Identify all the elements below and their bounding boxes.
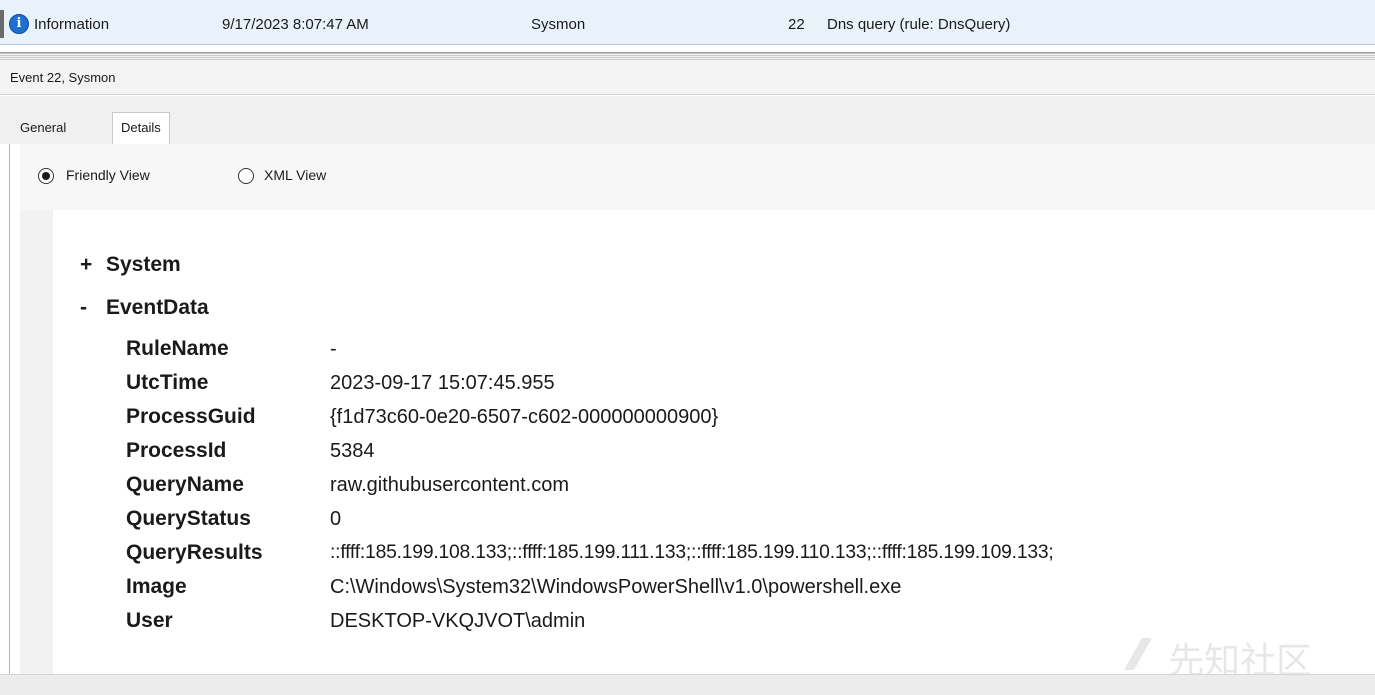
collapse-toggle-icon[interactable]: -: [80, 296, 106, 320]
tab-details[interactable]: Details: [112, 112, 170, 144]
field-name: RuleName: [126, 337, 229, 360]
radio-checked-icon[interactable]: [38, 168, 54, 184]
event-date-time: 9/17/2023 8:07:47 AM: [222, 16, 369, 33]
field-value: C:\Windows\System32\WindowsPowerShell\v1…: [330, 576, 902, 598]
field-name: ProcessGuid: [126, 405, 256, 428]
tab-strip: General Details: [0, 96, 1375, 144]
field-value: 0: [330, 508, 342, 530]
xml-view-label[interactable]: XML View: [264, 167, 326, 183]
field-value: 2023-09-17 15:07:45.955: [330, 372, 555, 394]
details-content: + System - EventData RuleName - UtcTime 20…: [53, 210, 1375, 674]
field-value: raw.githubusercontent.com: [330, 474, 570, 496]
field-name: QueryResults: [126, 541, 263, 564]
tree-node-eventdata[interactable]: - EventData: [80, 296, 209, 320]
information-icon: i: [9, 14, 29, 34]
tab-general[interactable]: General: [12, 117, 74, 141]
tree-node-label: EventData: [106, 296, 209, 319]
bottom-strip: [0, 674, 1375, 695]
field-name: QueryName: [126, 473, 244, 496]
field-name: ProcessId: [126, 439, 227, 462]
tree-node-system[interactable]: + System: [80, 253, 181, 277]
event-list-row[interactable]: i Information 9/17/2023 8:07:47 AM Sysmo…: [0, 0, 1375, 45]
event-level: Information: [34, 16, 110, 33]
friendly-view-label[interactable]: Friendly View: [66, 167, 150, 183]
event-detail-title: Event 22, Sysmon: [0, 61, 1375, 95]
field-name: Image: [126, 575, 187, 598]
event-viewer: i Information 9/17/2023 8:07:47 AM Sysmo…: [0, 0, 1375, 695]
radio-unchecked-icon[interactable]: [238, 168, 254, 184]
frame-border: [9, 144, 10, 674]
field-value: 5384: [330, 440, 375, 462]
field-value: ::ffff:185.199.108.133;::ffff:185.199.11…: [330, 542, 1054, 563]
field-value: -: [330, 338, 337, 360]
view-options: Friendly View XML View: [20, 144, 1375, 210]
watermark-logo-icon: [1124, 638, 1152, 670]
watermark: 先知社区: [1120, 628, 1360, 682]
event-source: Sysmon: [531, 16, 586, 33]
field-value: {f1d73c60-0e20-6507-c602-000000000900}: [330, 406, 719, 428]
row-selection-edge: [0, 10, 4, 38]
tree-node-label: System: [106, 253, 181, 276]
details-pane: + System - EventData RuleName - UtcTime 20…: [20, 210, 1375, 674]
expand-toggle-icon[interactable]: +: [80, 253, 106, 277]
field-name: UtcTime: [126, 371, 209, 394]
field-name: User: [126, 609, 173, 632]
field-value: DESKTOP-VKQJVOT\admin: [330, 610, 586, 632]
event-id: 22: [788, 16, 805, 33]
field-name: QueryStatus: [126, 507, 251, 530]
event-task-category: Dns query (rule: DnsQuery): [827, 16, 1011, 33]
